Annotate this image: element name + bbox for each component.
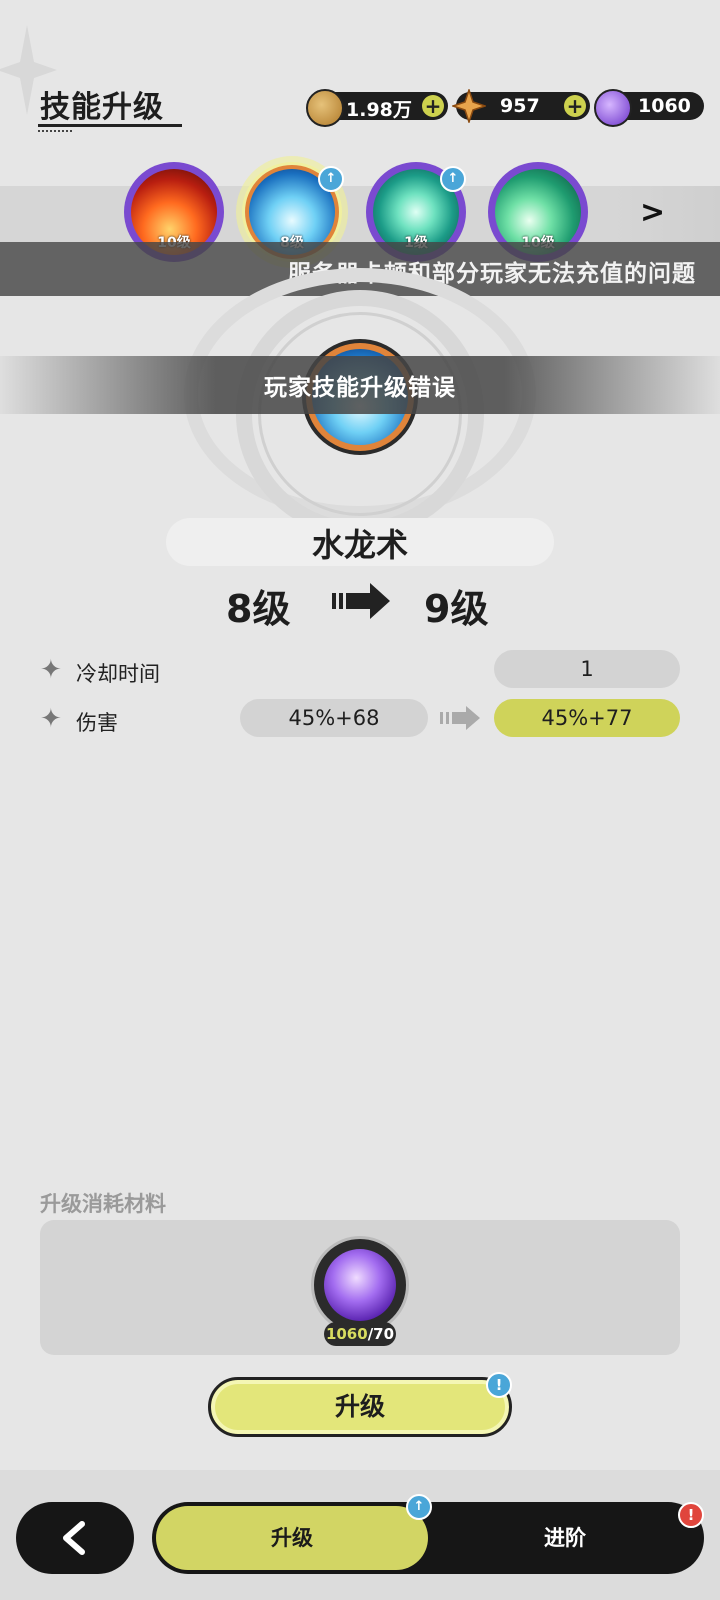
upgrade-available-icon: ↑ <box>318 166 344 192</box>
purple-orb-icon <box>324 1249 396 1321</box>
gold-coin-icon <box>306 89 344 127</box>
currency-crystal-value: 957 <box>500 95 540 117</box>
sparkle-icon: ✦ <box>40 704 62 734</box>
skill-name: 水龙术 <box>311 526 408 564</box>
tab-upgrade[interactable]: 升级 <box>156 1506 428 1570</box>
stat-value-cooldown: 1 <box>494 650 680 688</box>
material-have: 1060 <box>325 1325 368 1343</box>
currency-gold: 1.98万 + <box>306 89 448 127</box>
level-arrow-icon <box>332 583 390 619</box>
add-crystal-button[interactable]: + <box>564 95 586 117</box>
tab-upgrade-badge-icon: ↑ <box>406 1494 432 1520</box>
page-title: 技能升级 <box>40 90 164 125</box>
sparkle-icon: ✦ <box>40 655 62 685</box>
purple-orb-icon <box>594 89 632 127</box>
stat-arrow-icon <box>440 706 480 730</box>
error-notice-text: 玩家技能升级错误 <box>264 375 456 401</box>
stat-value-damage-next: 45%+77 <box>494 699 680 737</box>
tab-advance-alert-icon: ! <box>678 1502 704 1528</box>
star-crystal-icon <box>452 89 486 123</box>
level-from: 8级 <box>226 587 291 631</box>
back-arrow-icon <box>63 1521 85 1555</box>
add-gold-button[interactable]: + <box>422 95 444 117</box>
material-item[interactable] <box>311 1236 409 1334</box>
stat-label-cooldown: 冷却时间 <box>76 662 160 686</box>
level-to: 9级 <box>424 587 489 631</box>
upgrade-available-icon: ↑ <box>440 166 466 192</box>
title-dots <box>38 130 72 134</box>
back-button[interactable] <box>16 1502 134 1574</box>
currency-crystal: 957 + <box>452 89 590 123</box>
currency-orb-value: 1060 <box>638 95 691 117</box>
stat-label-damage: 伤害 <box>76 711 118 735</box>
upgrade-alert-icon: ! <box>486 1372 512 1398</box>
materials-title: 升级消耗材料 <box>40 1192 166 1216</box>
material-need: /70 <box>367 1325 395 1343</box>
title-underline <box>38 124 182 127</box>
stat-value-damage-current: 45%+68 <box>240 699 428 737</box>
currency-gold-value: 1.98万 <box>346 99 412 121</box>
material-count: 1060/70 <box>324 1322 396 1346</box>
tab-advance[interactable]: 进阶 <box>440 1506 690 1570</box>
next-skills-arrow-icon[interactable]: > <box>640 195 665 230</box>
currency-orb: 1060 <box>594 89 704 127</box>
upgrade-button[interactable]: 升级 <box>208 1377 512 1437</box>
